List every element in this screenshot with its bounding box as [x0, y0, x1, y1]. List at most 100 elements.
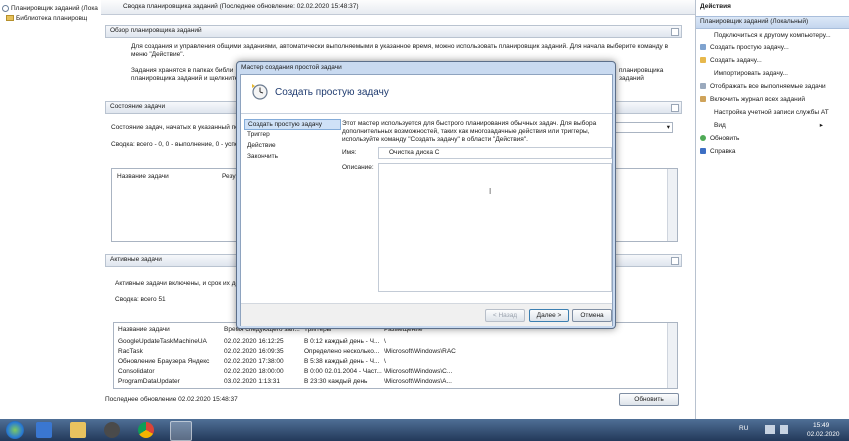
- wizard-step-create[interactable]: Создать простую задачу: [244, 119, 341, 130]
- actions-section-label: Планировщик заданий (Локальный): [700, 18, 809, 25]
- wizard-desc-line-2: дополнительных возможностей, таких как м…: [342, 128, 590, 135]
- cell-location: \Microsoft\Windows\RAC: [384, 348, 456, 355]
- next-button[interactable]: Далее >: [529, 309, 569, 322]
- summary-title-bar: Сводка планировщика заданий (Последнее о…: [101, 0, 695, 15]
- wizard-step-trigger[interactable]: Триггер: [244, 130, 339, 139]
- cell-triggers: Определено несколько...: [304, 348, 380, 355]
- cell-triggers: В 23:30 каждый день: [304, 378, 368, 385]
- cell-name: ProgramDataUpdater: [118, 378, 180, 385]
- collapse-button[interactable]: [671, 28, 679, 36]
- cell-name: RacTask: [118, 348, 143, 355]
- action-show-running-label: Отображать все выполняемые задачи: [710, 82, 826, 90]
- overview-section-header[interactable]: Обзор планировщика заданий: [105, 25, 682, 38]
- tree-item-root[interactable]: Планировщик заданий (Лока: [2, 3, 98, 13]
- status-line-2: Сводка: всего - 0, 0 - выполнение, 0 - у…: [111, 141, 239, 148]
- action-create-task[interactable]: Создать задачу...: [700, 55, 762, 65]
- clock-date[interactable]: 02.02.2020: [807, 431, 840, 438]
- active-header-label: Активные задачи: [110, 256, 162, 263]
- tree-item-library-label: Библиотека планировщ: [16, 14, 88, 22]
- action-create-basic-task[interactable]: Создать простую задачу...: [700, 42, 789, 52]
- ie-icon[interactable]: [36, 422, 52, 438]
- chevron-right-icon: ▸: [819, 122, 824, 129]
- wizard-clock-icon: [252, 84, 268, 100]
- cell-location: \: [384, 358, 386, 365]
- action-connect[interactable]: Подключиться к другому компьютеру...: [714, 30, 831, 40]
- name-input[interactable]: Очистка диска С: [378, 147, 612, 159]
- chrome-icon[interactable]: [138, 422, 154, 438]
- period-dropdown[interactable]: ▾: [613, 122, 673, 133]
- refresh-button[interactable]: Обновить: [619, 393, 679, 406]
- active-tasks-table: Название задачи Время следующего зап... …: [113, 322, 678, 389]
- overview-text-2: Задания хранятся в папках библи: [131, 67, 234, 74]
- create-task-icon: [700, 57, 706, 63]
- actions-pane: Действия Планировщик заданий (Локальный)…: [695, 0, 849, 419]
- action-at-account[interactable]: Настройка учетной записи службы AT: [714, 107, 829, 117]
- wizard-step-finish[interactable]: Закончить: [244, 152, 339, 161]
- active-table-scrollbar[interactable]: [667, 323, 677, 388]
- status-table-scrollbar[interactable]: [667, 169, 677, 241]
- cell-next-run: 02.02.2020 17:38:00: [224, 358, 284, 365]
- back-button[interactable]: < Назад: [485, 309, 525, 322]
- wizard-step-action[interactable]: Действие: [244, 141, 339, 150]
- active-line-1: Активные задачи включены, и срок их де: [115, 280, 240, 287]
- media-player-icon[interactable]: [104, 422, 120, 438]
- cell-next-run: 02.02.2020 16:09:35: [224, 348, 284, 355]
- wizard-body: Создать простую задачу Создать простую з…: [240, 74, 613, 326]
- status-col-result[interactable]: Резу: [222, 173, 236, 180]
- tree-item-library[interactable]: Библиотека планировщ: [6, 13, 87, 23]
- wizard-heading: Создать простую задачу: [275, 87, 389, 98]
- cell-next-run: 02.02.2020 18:00:00: [224, 368, 284, 375]
- volume-icon[interactable]: [780, 425, 788, 434]
- status-header-label: Состояние задачи: [110, 103, 166, 110]
- cell-location: \Microsoft\Windows\A...: [384, 378, 452, 385]
- action-import-task[interactable]: Импортировать задачу...: [714, 68, 788, 78]
- language-indicator[interactable]: RU: [739, 425, 748, 432]
- collapse-button[interactable]: [671, 104, 679, 112]
- cell-location: \: [384, 338, 386, 345]
- text-cursor-icon: I: [489, 187, 492, 196]
- wizard-desc-line-3: используйте команду "Создать задачу" в о…: [342, 136, 528, 143]
- cell-name: Consolidator: [118, 368, 155, 375]
- refresh-icon: [700, 135, 706, 141]
- status-col-name[interactable]: Название задачи: [117, 173, 169, 180]
- console-tree: Планировщик заданий (Лока Библиотека пла…: [0, 0, 102, 419]
- action-view[interactable]: Вид ▸: [714, 120, 823, 130]
- cell-triggers: В 5:38 каждый день - Ч...: [304, 358, 380, 365]
- cancel-button[interactable]: Отмена: [572, 309, 612, 322]
- history-icon: [700, 96, 706, 102]
- action-help[interactable]: Справка: [700, 146, 736, 156]
- tree-item-root-label: Планировщик заданий (Лока: [11, 4, 98, 12]
- name-label: Имя:: [342, 149, 357, 156]
- basic-task-icon: [700, 44, 706, 50]
- actions-section-header[interactable]: Планировщик заданий (Локальный): [696, 16, 849, 29]
- start-button[interactable]: [6, 421, 24, 439]
- cell-next-run: 03.02.2020 1:13:31: [224, 378, 281, 385]
- status-line-1: Состояние задач, начатых в указанный пер: [111, 124, 243, 131]
- explorer-icon[interactable]: [70, 422, 86, 438]
- folder-icon: [6, 15, 14, 21]
- last-update-text: Последнее обновление 02.02.2020 15:48:37: [105, 396, 238, 403]
- cell-location: \Microsoft\Windows\C...: [384, 368, 453, 375]
- collapse-button[interactable]: [671, 257, 679, 265]
- name-input-value: Очистка диска С: [389, 149, 440, 156]
- cell-name: GoogleUpdateTaskMachineUA: [118, 338, 207, 345]
- action-enable-history[interactable]: Включить журнал всех заданий: [700, 94, 805, 104]
- overview-text-2-right2: заданий: [619, 75, 644, 82]
- running-tasks-icon: [700, 83, 706, 89]
- clock-time[interactable]: 15:49: [813, 422, 829, 429]
- task-scheduler-icon: [2, 4, 9, 12]
- action-help-label: Справка: [710, 147, 736, 155]
- active-col-name[interactable]: Название задачи: [118, 326, 170, 333]
- cell-triggers: В 0:12 каждый день - Ч...: [304, 338, 380, 345]
- overview-text-1: Для создания и управления общими задания…: [131, 43, 669, 50]
- action-show-running[interactable]: Отображать все выполняемые задачи: [700, 81, 826, 91]
- action-create-basic-task-label: Создать простую задачу...: [710, 43, 789, 51]
- cell-triggers: В 0:00 02.01.2004 - Част...: [304, 368, 382, 375]
- action-refresh[interactable]: Обновить: [700, 133, 739, 143]
- wizard-title: Мастер создания простой задачи: [241, 64, 342, 71]
- task-scheduler-taskbar-icon[interactable]: [170, 421, 192, 441]
- create-basic-task-wizard: Мастер создания простой задачи Создать п…: [236, 61, 616, 329]
- network-icon[interactable]: [765, 425, 775, 434]
- action-create-task-label: Создать задачу...: [710, 56, 762, 64]
- description-input[interactable]: I: [378, 163, 612, 292]
